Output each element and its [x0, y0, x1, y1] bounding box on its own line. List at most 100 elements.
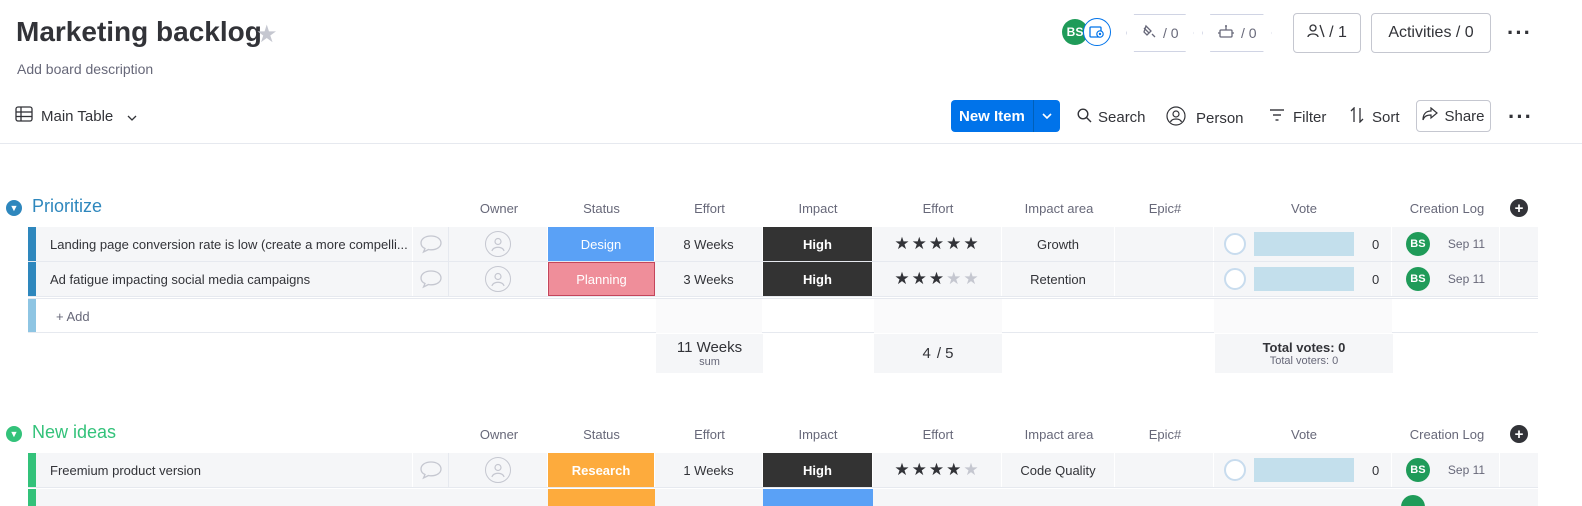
- main-table-view-tab[interactable]: Main Table: [15, 105, 137, 127]
- effort-cell[interactable]: 1 Weeks: [655, 453, 763, 487]
- star-icon[interactable]: ★: [912, 460, 929, 480]
- vote-toggle-icon[interactable]: [1224, 459, 1246, 481]
- column-header-impact[interactable]: Impact: [764, 427, 872, 442]
- star-icon[interactable]: ★: [912, 269, 929, 289]
- star-icon[interactable]: ★: [256, 20, 278, 49]
- owner-cell[interactable]: [449, 227, 548, 261]
- effort-cell[interactable]: 3 Weeks: [655, 262, 763, 296]
- board-description[interactable]: Add board description: [17, 61, 153, 77]
- integrations-button[interactable]: / 0: [1126, 14, 1194, 52]
- vote-cell[interactable]: 0: [1214, 262, 1392, 296]
- add-item-input[interactable]: + Add: [56, 309, 90, 324]
- add-column-icon[interactable]: +: [1510, 425, 1528, 443]
- group-title[interactable]: Prioritize: [32, 196, 102, 217]
- status-badge[interactable]: [548, 489, 655, 506]
- search-button[interactable]: Search: [1077, 108, 1146, 127]
- comment-icon[interactable]: [413, 227, 449, 261]
- star-icon[interactable]: ★: [963, 460, 980, 480]
- column-header-impact-area[interactable]: Impact area: [1003, 201, 1115, 216]
- column-header-vote[interactable]: Vote: [1215, 201, 1393, 216]
- new-item-label[interactable]: New Item: [951, 100, 1034, 132]
- star-icon[interactable]: ★: [912, 234, 929, 254]
- column-header-owner[interactable]: Owner: [449, 427, 549, 442]
- owner-cell[interactable]: [449, 262, 548, 296]
- column-header-impact-area[interactable]: Impact area: [1003, 427, 1115, 442]
- column-header-effort[interactable]: Effort: [656, 201, 763, 216]
- status-badge[interactable]: Research: [548, 453, 655, 487]
- board-title[interactable]: Marketing backlog: [16, 16, 262, 48]
- add-item-row[interactable]: + Add: [28, 298, 1538, 333]
- impact-badge[interactable]: High: [763, 453, 873, 487]
- column-header-epic[interactable]: Epic#: [1116, 427, 1214, 442]
- status-badge[interactable]: Planning: [548, 262, 655, 296]
- status-badge[interactable]: Design: [548, 227, 655, 261]
- column-header-creation-log[interactable]: Creation Log: [1394, 201, 1500, 216]
- star-icon[interactable]: ★: [946, 460, 963, 480]
- star-icon[interactable]: ★: [946, 234, 963, 254]
- table-row[interactable]: [28, 489, 1538, 506]
- automations-button[interactable]: / 0: [1202, 14, 1272, 52]
- star-icon[interactable]: ★: [929, 460, 946, 480]
- comment-icon[interactable]: [413, 262, 449, 296]
- column-header-effort-rating[interactable]: Effort: [874, 427, 1002, 442]
- owner-cell[interactable]: [449, 453, 548, 487]
- impact-badge[interactable]: [763, 489, 873, 506]
- avatar[interactable]: BS: [1405, 232, 1430, 256]
- rating-stars[interactable]: ★ ★ ★ ★ ★: [874, 227, 1002, 261]
- column-header-status[interactable]: Status: [548, 427, 655, 442]
- group-collapse-icon[interactable]: ▼: [6, 200, 22, 216]
- share-button[interactable]: Share: [1416, 100, 1491, 132]
- star-icon[interactable]: ★: [929, 234, 946, 254]
- table-row[interactable]: Freemium product version Research 1 Week…: [28, 453, 1538, 488]
- impact-badge[interactable]: High: [763, 227, 873, 261]
- new-item-chevron-icon[interactable]: [1034, 100, 1060, 132]
- effort-cell[interactable]: 8 Weeks: [655, 227, 763, 261]
- table-row[interactable]: Ad fatigue impacting social media campai…: [28, 262, 1538, 297]
- avatar[interactable]: [1401, 495, 1425, 506]
- column-header-vote[interactable]: Vote: [1215, 427, 1393, 442]
- comment-icon[interactable]: [413, 453, 449, 487]
- impact-area-cell[interactable]: Growth: [1002, 227, 1115, 261]
- more-options-icon[interactable]: ···: [1507, 20, 1532, 46]
- avatar[interactable]: BS: [1405, 458, 1430, 482]
- column-header-owner[interactable]: Owner: [449, 201, 549, 216]
- star-icon[interactable]: ★: [894, 460, 911, 480]
- rating-stars[interactable]: ★ ★ ★ ★ ★: [874, 262, 1002, 296]
- vote-cell[interactable]: 0: [1214, 453, 1392, 487]
- vote-toggle-icon[interactable]: [1224, 233, 1246, 255]
- vote-toggle-icon[interactable]: [1224, 268, 1246, 290]
- column-header-status[interactable]: Status: [548, 201, 655, 216]
- impact-area-cell[interactable]: Retention: [1002, 262, 1115, 296]
- filter-button[interactable]: Filter: [1269, 108, 1326, 126]
- person-filter-button[interactable]: Person: [1166, 106, 1244, 130]
- impact-area-cell[interactable]: Code Quality: [1002, 453, 1115, 487]
- epic-cell[interactable]: [1115, 453, 1214, 487]
- toolbar-more-icon[interactable]: ···: [1508, 104, 1533, 130]
- rating-stars[interactable]: ★ ★ ★ ★ ★: [874, 453, 1002, 487]
- add-column-icon[interactable]: +: [1510, 199, 1528, 217]
- column-header-creation-log[interactable]: Creation Log: [1394, 427, 1500, 442]
- epic-cell[interactable]: [1115, 227, 1214, 261]
- members-button[interactable]: / 1: [1293, 13, 1361, 53]
- watch-board-icon[interactable]: [1083, 18, 1111, 46]
- chevron-down-icon[interactable]: [127, 108, 137, 125]
- table-row[interactable]: Landing page conversion rate is low (cre…: [28, 227, 1538, 262]
- column-header-impact[interactable]: Impact: [764, 201, 872, 216]
- star-icon[interactable]: ★: [894, 269, 911, 289]
- column-header-effort-rating[interactable]: Effort: [874, 201, 1002, 216]
- avatar[interactable]: BS: [1405, 267, 1430, 291]
- star-icon[interactable]: ★: [963, 269, 980, 289]
- star-icon[interactable]: ★: [894, 234, 911, 254]
- column-header-effort[interactable]: Effort: [656, 427, 763, 442]
- star-icon[interactable]: ★: [963, 234, 980, 254]
- sort-button[interactable]: Sort: [1350, 106, 1400, 127]
- star-icon[interactable]: ★: [946, 269, 963, 289]
- item-name[interactable]: Ad fatigue impacting social media campai…: [36, 262, 413, 296]
- star-icon[interactable]: ★: [929, 269, 946, 289]
- item-name[interactable]: Freemium product version: [36, 453, 413, 487]
- column-header-epic[interactable]: Epic#: [1116, 201, 1214, 216]
- group-title[interactable]: New ideas: [32, 422, 116, 443]
- group-collapse-icon[interactable]: ▼: [6, 426, 22, 442]
- new-item-button[interactable]: New Item: [951, 100, 1060, 132]
- activities-button[interactable]: Activities / 0: [1371, 13, 1491, 53]
